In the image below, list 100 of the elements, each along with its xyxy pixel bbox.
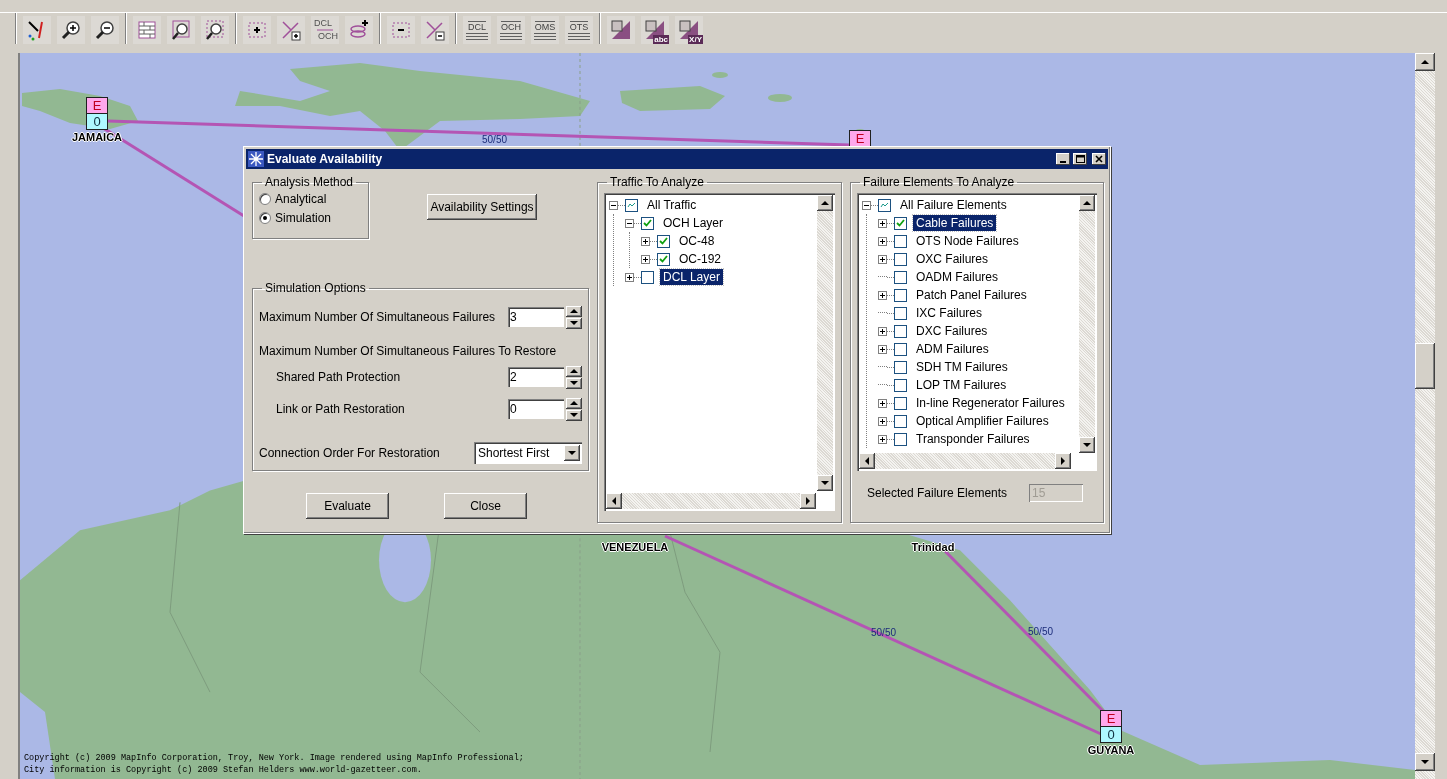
- tree-item[interactable]: DXC Failures: [913, 323, 991, 339]
- checkbox[interactable]: [894, 288, 907, 302]
- scrollbar[interactable]: [817, 195, 833, 491]
- tree-item[interactable]: Optical Amplifier Failures: [913, 413, 1052, 429]
- number-field[interactable]: 2: [508, 367, 564, 387]
- tree-item[interactable]: LOP TM Failures: [913, 377, 1010, 393]
- minimize-button[interactable]: [1056, 153, 1070, 165]
- checkbox[interactable]: [894, 342, 907, 356]
- tool-button[interactable]: [91, 16, 119, 44]
- checkbox[interactable]: [894, 378, 907, 392]
- tool-button[interactable]: [167, 16, 195, 44]
- collapse-icon[interactable]: [609, 200, 618, 210]
- radio-label: Analytical: [275, 191, 327, 206]
- expand-icon[interactable]: [878, 344, 887, 354]
- tree-item[interactable]: All Traffic: [644, 197, 700, 213]
- expand-icon[interactable]: [878, 434, 887, 444]
- expand-icon[interactable]: [878, 326, 887, 336]
- tree-item[interactable]: OXC Failures: [913, 251, 992, 267]
- tree-item[interactable]: OADM Failures: [913, 269, 1001, 285]
- node-count-box[interactable]: 0: [86, 113, 108, 130]
- tree-item[interactable]: All Failure Elements: [897, 197, 1010, 213]
- checkbox[interactable]: [657, 252, 670, 266]
- expand-icon[interactable]: [878, 236, 887, 246]
- maximize-button[interactable]: [1073, 153, 1087, 165]
- tree-item[interactable]: DCL Layer: [660, 269, 723, 285]
- close-button[interactable]: [1092, 153, 1106, 165]
- collapse-icon[interactable]: [862, 200, 871, 210]
- expand-icon[interactable]: [878, 254, 887, 264]
- scrollbar[interactable]: [1079, 195, 1095, 453]
- checkbox[interactable]: [894, 432, 907, 446]
- tool-button[interactable]: [201, 16, 229, 44]
- tree-item[interactable]: OC-192: [676, 251, 725, 267]
- scrollbar[interactable]: [859, 453, 1071, 469]
- tool-button[interactable]: [345, 16, 373, 44]
- tree-item[interactable]: SDH TM Failures: [913, 359, 1011, 375]
- settings-button[interactable]: Availability Settings: [427, 194, 537, 220]
- tree-item[interactable]: Patch Panel Failures: [913, 287, 1030, 303]
- checkbox[interactable]: [657, 234, 670, 248]
- expand-icon[interactable]: [878, 398, 887, 408]
- checkbox[interactable]: [641, 216, 654, 230]
- tool-button[interactable]: [57, 16, 85, 44]
- tree-item[interactable]: Cable Failures: [913, 215, 997, 231]
- expand-icon[interactable]: [878, 218, 887, 228]
- checkbox[interactable]: [641, 270, 654, 284]
- add-node-icon: [246, 19, 268, 41]
- checkbox[interactable]: [894, 324, 907, 338]
- collapse-icon[interactable]: [625, 218, 634, 228]
- checkbox[interactable]: [894, 216, 907, 230]
- checkbox[interactable]: [894, 270, 907, 284]
- scroll-left-icon: [611, 497, 617, 505]
- label-button[interactable]: abc: [641, 16, 669, 44]
- dropdown[interactable]: Shortest First: [474, 442, 582, 464]
- checkbox[interactable]: [894, 396, 907, 410]
- scrollbar[interactable]: [1415, 53, 1435, 779]
- layer-swap-button[interactable]: DCL OCH: [311, 16, 339, 44]
- tree-item[interactable]: OTS Node Failures: [913, 233, 1022, 249]
- checkbox[interactable]: [894, 360, 907, 374]
- node-count-box[interactable]: 0: [1100, 726, 1122, 743]
- expand-icon[interactable]: [878, 416, 887, 426]
- checkbox[interactable]: [894, 306, 907, 320]
- checkbox[interactable]: [894, 234, 907, 248]
- tree-item[interactable]: IXC Failures: [913, 305, 986, 321]
- tool-button[interactable]: [23, 16, 51, 44]
- layer-button[interactable]: OTS: [565, 16, 593, 44]
- site-label: GUYANA: [1087, 744, 1135, 756]
- scroll-thumb[interactable]: [1415, 343, 1435, 389]
- tree-item[interactable]: Transponder Failures: [913, 431, 1033, 447]
- scroll-left-icon: [864, 457, 870, 465]
- checkbox[interactable]: [894, 414, 907, 428]
- dialog-button[interactable]: Evaluate: [306, 493, 389, 519]
- chart-checkbox-icon[interactable]: [878, 198, 891, 212]
- add-ring-icon: [348, 19, 370, 41]
- grid-icon: [136, 19, 158, 41]
- chart-checkbox-icon[interactable]: [625, 198, 638, 212]
- expand-icon[interactable]: [641, 236, 650, 246]
- expand-icon[interactable]: [625, 272, 634, 282]
- dialog-button[interactable]: Close: [444, 493, 527, 519]
- layer-button[interactable]: OMS: [531, 16, 559, 44]
- link-label: 50/50: [482, 134, 508, 145]
- option-label: Maximum Number Of Simultaneous Failures: [259, 310, 496, 324]
- lines-icon: [568, 31, 590, 40]
- magnifier-icon: [170, 19, 192, 41]
- number-field[interactable]: 3: [508, 307, 564, 327]
- scroll-down-icon: [1421, 759, 1429, 765]
- expand-icon[interactable]: [878, 290, 887, 300]
- layer-button[interactable]: DCL: [463, 16, 491, 44]
- tree-item[interactable]: ADM Failures: [913, 341, 992, 357]
- layer-button[interactable]: OCH: [497, 16, 525, 44]
- number-field[interactable]: 0: [508, 399, 564, 419]
- tree-item[interactable]: In-line Regenerator Failures: [913, 395, 1068, 411]
- site-label: JAMAICA: [71, 131, 123, 143]
- option-label: Link or Path Restoration: [276, 402, 405, 416]
- tool-button[interactable]: [243, 16, 271, 44]
- label-button[interactable]: X/Y: [675, 16, 703, 44]
- tree-item[interactable]: OCH Layer: [660, 215, 727, 231]
- checkbox[interactable]: [894, 252, 907, 266]
- tree-item[interactable]: OC-48: [676, 233, 718, 249]
- scroll-right-icon: [1060, 457, 1066, 465]
- expand-icon[interactable]: [641, 254, 650, 264]
- scrollbar[interactable]: [606, 493, 816, 509]
